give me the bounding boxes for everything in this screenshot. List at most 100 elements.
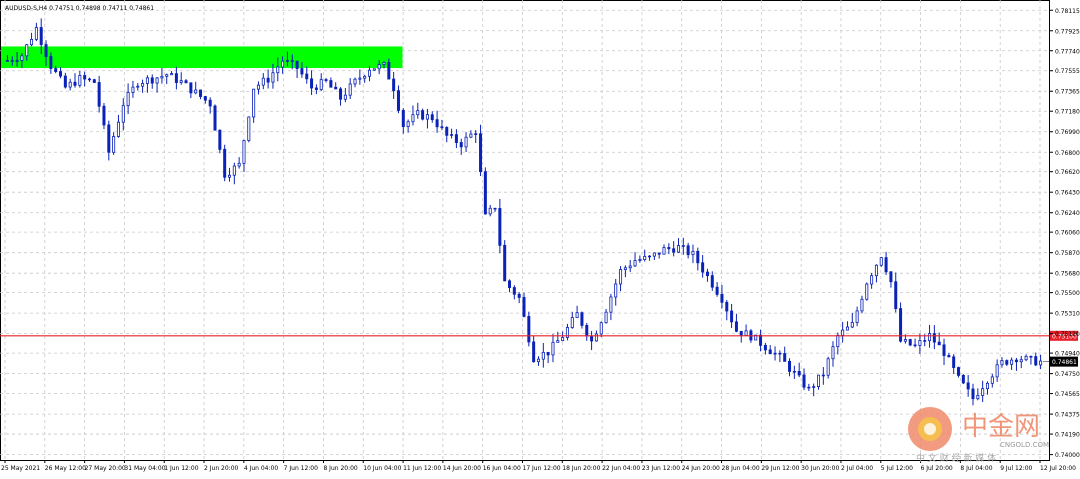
candle-body-bull [25,44,29,57]
candle-body-bear [734,321,738,332]
candle-body-bear [957,367,961,376]
price-tick-label: 0.76990 [1055,129,1080,136]
price-tick-label: 0.77555 [1055,68,1080,75]
candle-body-bull [232,165,236,176]
candle [899,302,903,343]
price-tick-label: 0.74190 [1055,432,1080,439]
candle-body-bull [411,114,415,123]
candle-body-bear [310,78,314,89]
candle-body-bear [1014,359,1018,363]
candle-body-bear [1029,355,1033,358]
candle-body-bear [445,127,449,136]
candle-body-bull [112,136,116,153]
time-tick-label: 22 Jun 04:00 [602,465,640,472]
candle-body-bear [498,208,502,246]
candle-body-bear [479,133,483,173]
candle-body-bear [522,297,526,317]
candle-body-bull [179,80,183,83]
candle-body-bull [792,370,796,373]
candle-body-bull [845,326,849,331]
candle-body-bull [995,364,999,378]
price-axis: 0.78115 0.77925 0.77740 0.77555 0.77365 0.771… [1049,8,1080,459]
time-tick-label: 16 Jun 04:00 [483,465,521,472]
time-tick-label: 9 Jul 12:00 [1000,465,1032,472]
candle-body-bear [947,355,951,358]
candle-body-bull [281,60,285,68]
candle-body-bull [652,252,656,257]
candle-body-bear [942,344,946,356]
candle-body-bull [271,72,275,83]
candle-body-bull [372,68,376,71]
candle-body-bear [783,353,787,362]
candle-body-bear [681,245,685,247]
candle-body-bear [150,77,154,84]
price-tick-label: 0.76620 [1055,169,1080,176]
price-tick-label: 0.77925 [1055,28,1080,35]
candle-body-bull [643,255,647,260]
candle-body-bull [285,60,289,62]
candle-body-bear [59,71,63,77]
candle-body-bear [54,68,58,72]
candle-body-bear [97,82,101,107]
candle-body-bull [874,264,878,277]
price-chart[interactable]: 0.751000.74861 0.781150.779250.777400.77… [0,0,1080,475]
candle [372,68,376,71]
candle-body-bear [585,325,589,337]
candle [865,282,869,301]
chart-window[interactable]: 0.75100 0.74861 0.78115 0.77925 0.77740 0.77… [0,0,1080,475]
candle-body-bear [657,252,661,255]
candle [92,78,96,83]
candle-body-bull [242,140,246,164]
candle-body-bear [83,75,87,80]
time-tick-label: 2 Jul 04:00 [841,465,873,472]
candle-body-bull [464,136,468,148]
candle-body-bull [662,247,666,255]
candle-body-bear [705,271,709,277]
candle-body-bear [715,286,719,295]
resistance-zone[interactable] [1,46,403,69]
candle-body-bull [609,296,613,313]
candle-body-bear [517,293,521,298]
candle-body-bear [1005,360,1009,365]
time-tick-label: 7 Jun 12:00 [284,465,318,472]
candle-body-bull [691,250,695,256]
candle-body-bull [15,60,19,62]
candle [102,103,106,130]
candle-body-bull [633,260,637,267]
candle-body-bear [932,333,936,343]
candle-body-bull [1010,359,1014,365]
candle-body-bull [570,317,574,328]
candle-body-bull [870,275,874,285]
candle-body-bull [425,114,429,120]
time-tick-label: 18 Jun 20:00 [562,465,600,472]
candle-body-bear [218,129,222,150]
candle-body-bear [493,207,497,210]
candle-body-bull [623,267,627,270]
candle-body-bear [223,148,227,178]
candle-body-bull [256,84,260,90]
candle-body-bear [199,89,203,97]
candle-body-bull [850,322,854,328]
candle-body-bear [797,370,801,376]
candle-body-bull [836,334,840,348]
time-tick-label: 25 May 2021 [1,465,40,472]
candle-body-bear [937,341,941,346]
candle [879,256,883,267]
plot-frame [0,0,1050,461]
time-tick-label: 31 May 04:00 [124,465,165,472]
resistance-zone-rect[interactable] [1,46,403,69]
candle-body-bear [459,142,463,148]
candle-body-bull [536,358,540,363]
price-tick-label: 0.75680 [1055,271,1080,278]
candle-body-bull [20,55,24,61]
price-tick-label: 0.74565 [1055,391,1080,398]
candle-body-bull [469,133,473,138]
candle-body-bull [1000,360,1004,366]
candle-body-bear [189,82,193,94]
candle-body-bear [295,60,299,69]
candle [421,108,425,121]
candle-body-bear [483,171,487,215]
candle-body-bear [710,275,714,288]
candle-body-bull [561,337,565,342]
candle-body-bear [580,312,584,326]
